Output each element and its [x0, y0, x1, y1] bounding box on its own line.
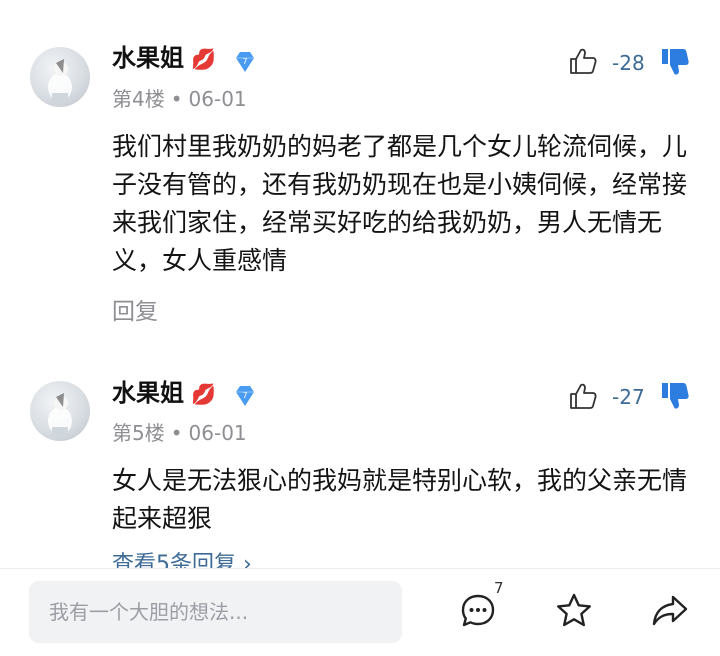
username[interactable]: 水果姐 [112, 43, 184, 73]
thumbs-down-icon[interactable] [660, 46, 690, 78]
meta-separator: • [170, 87, 183, 111]
comment-count: 7 [494, 579, 504, 597]
username[interactable]: 水果姐 [112, 378, 184, 408]
level-number: 7 [242, 57, 247, 66]
meta-separator: • [170, 421, 183, 445]
lips-icon: 💋 [191, 382, 216, 406]
avatar[interactable] [30, 381, 90, 441]
comment-date: 06-01 [188, 87, 247, 111]
level-badge-icon: 7 [236, 52, 254, 72]
level-number: 7 [242, 391, 247, 400]
bottom-bar: 我有一个大胆的想法... 7 [0, 568, 720, 656]
comment-input[interactable]: 我有一个大胆的想法... [29, 581, 402, 643]
comment-date: 06-01 [188, 421, 247, 445]
star-icon[interactable] [554, 591, 594, 631]
thumbs-down-icon[interactable] [660, 380, 690, 412]
share-icon[interactable] [650, 591, 690, 631]
reply-button[interactable]: 回复 [112, 297, 158, 327]
floor-label: 第4楼 [112, 87, 165, 111]
lips-icon: 💋 [191, 47, 216, 71]
avatar[interactable] [30, 47, 90, 107]
comment-icon[interactable] [458, 591, 498, 631]
comment-text: 女人是无法狠心的我妈就是特别心软，我的父亲无情起来超狠 [112, 466, 688, 533]
thumbs-up-icon[interactable] [568, 46, 598, 76]
like-count: -27 [612, 385, 645, 409]
comment-meta: 第5楼 • 06-01 [112, 420, 247, 446]
level-badge-icon: 7 [236, 386, 254, 406]
thumbs-up-icon[interactable] [568, 381, 598, 411]
comment-text: 我们村里我奶奶的妈老了都是几个女儿轮流伺候，儿子没有管的，还有我奶奶现在也是小姨… [112, 132, 688, 275]
comment-meta: 第4楼 • 06-01 [112, 86, 247, 112]
like-count: -28 [612, 51, 645, 75]
floor-label: 第5楼 [112, 421, 165, 445]
